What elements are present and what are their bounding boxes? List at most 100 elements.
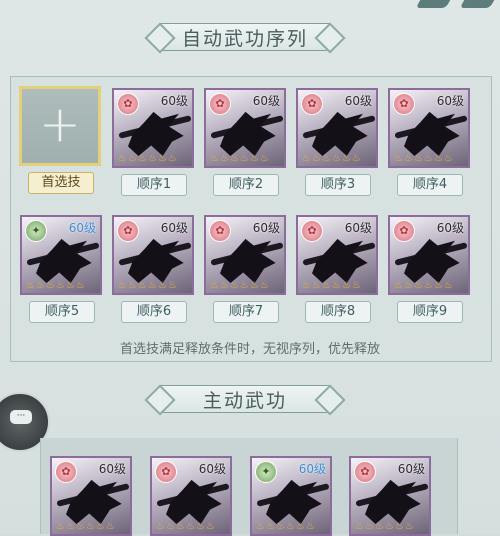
- sequence-slot[interactable]: ✿ 60级 ♨♨♨♨♨♨ 顺序3: [296, 88, 378, 196]
- sequence-slot[interactable]: ✿ 60级 ♨♨♨♨♨♨ 顺序4: [388, 88, 470, 196]
- bloom-icon: ✿: [354, 461, 376, 483]
- skill-level: 60级: [344, 94, 372, 108]
- skill-level: 60级: [160, 221, 188, 235]
- character-silhouette: [166, 479, 222, 524]
- skill-level: 60级: [344, 221, 372, 235]
- skill-level: 60级: [436, 94, 464, 108]
- skill-level: 60级: [98, 462, 126, 476]
- skill-card[interactable]: ✿ 60级 ♨♨♨♨♨♨: [388, 215, 470, 295]
- sequence-slot[interactable]: ✿ 60级 ♨♨♨♨♨♨ 顺序7: [204, 215, 286, 323]
- star-icons: ♨♨♨♨♨♨: [302, 280, 362, 291]
- bloom-icon: ✿: [155, 461, 177, 483]
- section-title: 主动武功: [202, 389, 287, 412]
- skill-level: 60级: [436, 221, 464, 235]
- top-decoration: [459, 0, 495, 8]
- top-decoration: [415, 0, 451, 8]
- section-banner-active-skills: 主动武功: [144, 382, 346, 416]
- star-icons: ♨♨♨♨♨♨: [118, 153, 178, 164]
- slot-label: 顺序3: [305, 174, 371, 196]
- character-silhouette: [404, 238, 460, 283]
- slot-label: 顺序5: [29, 301, 95, 323]
- star-icons: ♨♨♨♨♨♨: [302, 153, 362, 164]
- active-skill-slot[interactable]: ✿ 60级 ♨♨♨♨♨♨: [349, 456, 431, 536]
- skill-card[interactable]: ✿ 60级 ♨♨♨♨♨♨: [204, 215, 286, 295]
- star-icons: ♨♨♨♨♨♨: [394, 280, 454, 291]
- bloom-icon: ✿: [393, 93, 415, 115]
- priority-note: 首选技满足释放条件时，无视序列，优先释放: [119, 342, 380, 357]
- slot-label: 首选技: [28, 172, 94, 194]
- skill-sequence-panel: 自动武功序列 + 首选技 ✿ 60级 ♨♨♨♨♨♨ 顺序1 ✿ 60级 ♨♨♨♨…: [0, 0, 500, 536]
- chat-bubble-icon: ···: [10, 410, 32, 424]
- skill-card[interactable]: ✦ 60级 ♨♨♨♨♨♨: [20, 215, 102, 295]
- star-icons: ♨♨♨♨♨♨: [355, 521, 415, 532]
- active-skill-slot[interactable]: ✿ 60级 ♨♨♨♨♨♨: [50, 456, 132, 536]
- slot-label: 顺序1: [121, 174, 187, 196]
- plus-icon: +: [39, 95, 81, 153]
- star-icons: ♨♨♨♨♨♨: [26, 280, 86, 291]
- section-banner-auto-sequence: 自动武功序列: [144, 20, 346, 54]
- skill-card[interactable]: ✿ 60级 ♨♨♨♨♨♨: [112, 88, 194, 168]
- star-icons: ♨♨♨♨♨♨: [118, 280, 178, 291]
- skill-card[interactable]: ✿ 60级 ♨♨♨♨♨♨: [388, 88, 470, 168]
- skill-level: 60级: [68, 221, 96, 235]
- slot-label: 顺序7: [213, 301, 279, 323]
- skill-card[interactable]: ✿ 60级 ♨♨♨♨♨♨: [349, 456, 431, 536]
- character-silhouette: [312, 111, 368, 156]
- skill-level: 60级: [252, 221, 280, 235]
- bloom-icon: ✿: [209, 220, 231, 242]
- character-silhouette: [266, 479, 322, 524]
- slot-label: 顺序6: [121, 301, 187, 323]
- skill-level: 60级: [252, 94, 280, 108]
- character-silhouette: [312, 238, 368, 283]
- character-silhouette: [36, 238, 92, 283]
- skill-card[interactable]: ✿ 60级 ♨♨♨♨♨♨: [112, 215, 194, 295]
- skill-level: 60级: [298, 462, 326, 476]
- star-icons: ♨♨♨♨♨♨: [210, 280, 270, 291]
- slot-label: 顺序9: [397, 301, 463, 323]
- character-silhouette: [128, 111, 184, 156]
- skill-card[interactable]: ✦ 60级 ♨♨♨♨♨♨: [250, 456, 332, 536]
- skill-card[interactable]: ✿ 60级 ♨♨♨♨♨♨: [150, 456, 232, 536]
- sequence-slot[interactable]: ✿ 60级 ♨♨♨♨♨♨ 顺序6: [112, 215, 194, 323]
- character-silhouette: [220, 111, 276, 156]
- character-silhouette: [66, 479, 122, 524]
- character-silhouette: [128, 238, 184, 283]
- character-silhouette: [220, 238, 276, 283]
- active-skill-slot[interactable]: ✿ 60级 ♨♨♨♨♨♨: [150, 456, 232, 536]
- skill-level: 60级: [397, 462, 425, 476]
- sequence-slot[interactable]: ✿ 60级 ♨♨♨♨♨♨ 顺序2: [204, 88, 286, 196]
- skill-level: 60级: [198, 462, 226, 476]
- skill-card[interactable]: ✿ 60级 ♨♨♨♨♨♨: [204, 88, 286, 168]
- slot-label: 顺序2: [213, 174, 279, 196]
- bloom-icon: ✿: [55, 461, 77, 483]
- bloom-icon: ✿: [117, 93, 139, 115]
- star-icons: ♨♨♨♨♨♨: [210, 153, 270, 164]
- star-icons: ♨♨♨♨♨♨: [394, 153, 454, 164]
- leaf-icon: ✦: [25, 220, 47, 242]
- skill-card[interactable]: ✿ 60级 ♨♨♨♨♨♨: [296, 215, 378, 295]
- active-skill-slot[interactable]: ✦ 60级 ♨♨♨♨♨♨: [250, 456, 332, 536]
- star-icons: ♨♨♨♨♨♨: [256, 521, 316, 532]
- character-silhouette: [365, 479, 421, 524]
- star-icons: ♨♨♨♨♨♨: [156, 521, 216, 532]
- star-icons: ♨♨♨♨♨♨: [56, 521, 116, 532]
- sequence-slot[interactable]: ✦ 60级 ♨♨♨♨♨♨ 顺序5: [20, 215, 102, 323]
- skill-card[interactable]: ✿ 60级 ♨♨♨♨♨♨: [296, 88, 378, 168]
- slot-label: 顺序8: [305, 301, 371, 323]
- bloom-icon: ✿: [301, 220, 323, 242]
- character-silhouette: [404, 111, 460, 156]
- bloom-icon: ✿: [117, 220, 139, 242]
- sequence-slot[interactable]: ✿ 60级 ♨♨♨♨♨♨ 顺序1: [112, 88, 194, 196]
- skill-card[interactable]: ✿ 60级 ♨♨♨♨♨♨: [50, 456, 132, 536]
- skill-level: 60级: [160, 94, 188, 108]
- bloom-icon: ✿: [209, 93, 231, 115]
- section-title: 自动武功序列: [181, 27, 308, 50]
- sequence-slot[interactable]: ✿ 60级 ♨♨♨♨♨♨ 顺序9: [388, 215, 470, 323]
- leaf-icon: ✦: [255, 461, 277, 483]
- bloom-icon: ✿: [393, 220, 415, 242]
- first-choice-slot[interactable]: + 首选技: [19, 86, 101, 194]
- slot-label: 顺序4: [397, 174, 463, 196]
- bloom-icon: ✿: [301, 93, 323, 115]
- empty-skill-card[interactable]: +: [19, 86, 101, 166]
- sequence-slot[interactable]: ✿ 60级 ♨♨♨♨♨♨ 顺序8: [296, 215, 378, 323]
